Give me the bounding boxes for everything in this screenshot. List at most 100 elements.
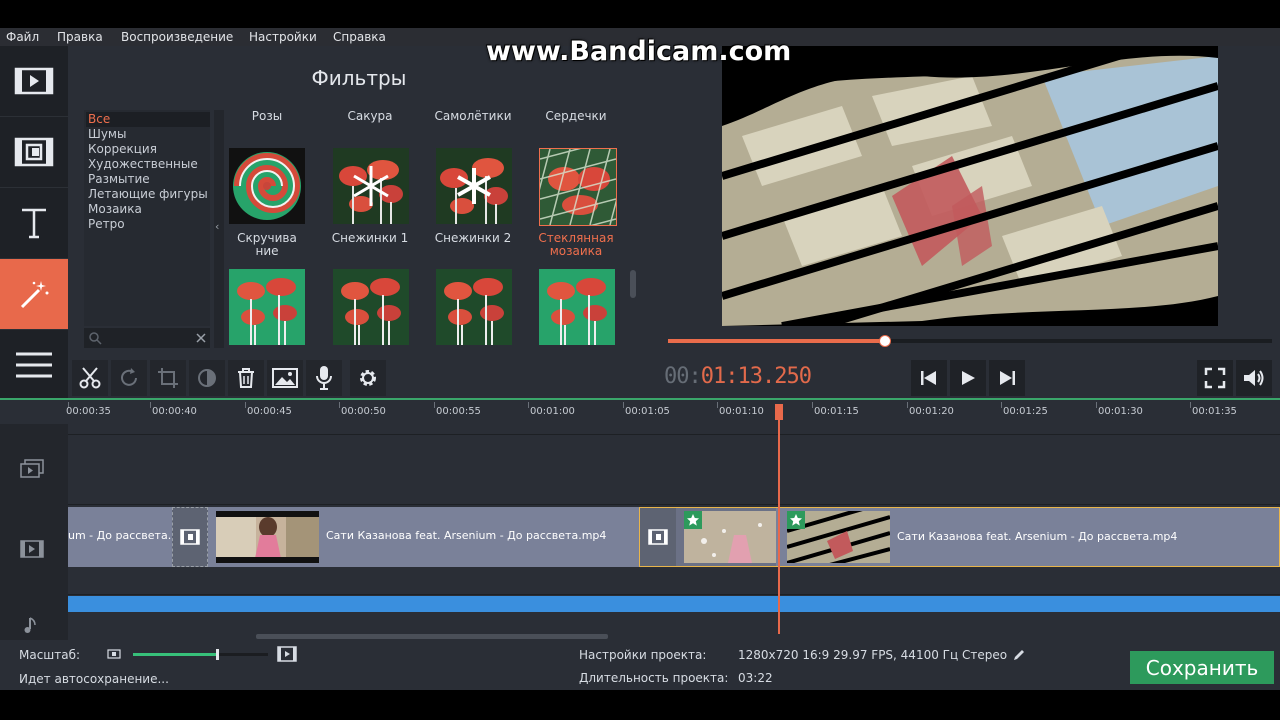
filters-button[interactable] <box>0 259 68 330</box>
playhead-handle[interactable] <box>775 404 783 420</box>
ruler-label: 00:00:40 <box>152 406 197 417</box>
time-ruler[interactable]: 00:00:35 00:00:40 00:00:45 00:00:50 00:0… <box>66 400 1280 424</box>
volume-button[interactable] <box>1236 360 1272 396</box>
film-import-icon <box>14 67 54 95</box>
trash-icon <box>238 368 254 388</box>
timeline-scrollbar[interactable] <box>256 634 608 639</box>
clip-label: Сати Казанова feat. Arsenium - До рассве… <box>326 529 607 542</box>
video-clip-1[interactable]: um - До рассвета.r <box>68 507 176 567</box>
left-toolbar <box>0 46 68 400</box>
transition-icon <box>180 529 200 545</box>
ruler-tick <box>717 402 718 408</box>
filter-thumb-row2-2[interactable] <box>333 269 409 345</box>
pencil-icon[interactable] <box>1012 648 1026 662</box>
menu-file[interactable]: Файл <box>6 30 39 44</box>
video-frame-image <box>722 46 1218 326</box>
save-button[interactable]: Сохранить <box>1130 651 1274 684</box>
ruler-label: 00:01:05 <box>625 406 670 417</box>
clear-search-icon[interactable] <box>196 333 206 343</box>
menu-edit[interactable]: Правка <box>57 30 103 44</box>
titles-button[interactable] <box>0 188 68 259</box>
color-adjust-button[interactable] <box>189 360 225 396</box>
star-icon <box>687 514 699 526</box>
contrast-icon <box>198 369 216 387</box>
filter-caption-swirl: Скручивание <box>237 231 297 258</box>
record-voice-button[interactable] <box>306 360 342 396</box>
audio-clip[interactable] <box>68 596 1280 612</box>
transitions-button[interactable] <box>0 117 68 188</box>
speaker-icon <box>1244 370 1264 386</box>
clip-label: um - До рассвета.r <box>68 529 176 542</box>
overlay-track-icon <box>20 459 44 478</box>
filter-name-hearts: Сердечки <box>545 109 607 123</box>
menu-help[interactable]: Справка <box>333 30 386 44</box>
overlay-track-header[interactable] <box>18 458 46 480</box>
category-blur[interactable]: Размытие <box>86 172 210 187</box>
zoom-slider-fill <box>133 653 217 656</box>
filter-caption-snowflakes-1: Снежинки 1 <box>331 231 409 245</box>
filter-thumb-row2-4[interactable] <box>539 269 615 345</box>
transition-slot-1[interactable] <box>172 507 208 567</box>
video-track-header[interactable] <box>18 538 46 560</box>
zoom-slider-handle[interactable] <box>215 649 219 660</box>
search-icon <box>89 332 102 345</box>
settings-button[interactable] <box>350 360 386 396</box>
cut-button[interactable] <box>72 360 108 396</box>
category-mosaic[interactable]: Мозаика <box>86 202 210 217</box>
seek-handle[interactable] <box>879 335 892 347</box>
zoom-out-icon[interactable] <box>107 648 121 660</box>
video-clip-2[interactable]: Сати Казанова feat. Arsenium - До рассве… <box>208 507 639 567</box>
transition-film-icon <box>14 137 54 167</box>
filters-panel: Фильтры Все Шумы Коррекция Художественны… <box>68 46 650 354</box>
more-tools-button[interactable] <box>0 330 68 400</box>
filter-thumb-glass-mosaic[interactable] <box>539 148 617 226</box>
zoom-in-icon[interactable] <box>277 646 297 662</box>
previous-frame-button[interactable] <box>911 360 947 396</box>
zoom-slider[interactable] <box>133 649 268 660</box>
import-media-button[interactable] <box>0 46 68 117</box>
category-all[interactable]: Все <box>86 112 210 127</box>
ruler-tick <box>1096 402 1097 408</box>
category-flying-shapes[interactable]: Летающие фигуры <box>86 187 210 202</box>
category-correction[interactable]: Коррекция <box>86 142 210 157</box>
star-icon <box>790 514 802 526</box>
filter-thumb-row2-1[interactable] <box>229 269 305 345</box>
ruler-label: 00:01:30 <box>1098 406 1143 417</box>
filter-name-planes: Самолётики <box>434 109 512 123</box>
menu-playback[interactable]: Воспроизведение <box>121 30 233 44</box>
clip-properties-button[interactable] <box>267 360 303 396</box>
ruler-label: 00:01:20 <box>909 406 954 417</box>
ruler-tick <box>1190 402 1191 408</box>
collapse-categories-button[interactable]: ‹ <box>214 110 224 348</box>
clip-label: Сати Казанова feat. Arsenium - До рассве… <box>897 530 1178 543</box>
category-retro[interactable]: Ретро <box>86 217 210 232</box>
filter-thumb-snowflakes-1[interactable] <box>333 148 409 224</box>
filters-scrollbar[interactable] <box>630 270 636 298</box>
rotate-button[interactable] <box>111 360 147 396</box>
delete-button[interactable] <box>228 360 264 396</box>
category-noise[interactable]: Шумы <box>86 127 210 142</box>
filter-thumb-snowflakes-2[interactable] <box>436 148 512 224</box>
track-headers <box>0 424 68 640</box>
hamburger-menu-icon <box>16 352 52 378</box>
fullscreen-icon <box>1204 367 1226 389</box>
menu-settings[interactable]: Настройки <box>249 30 317 44</box>
filter-thumb-row2-3[interactable] <box>436 269 512 345</box>
clip-3-part-a[interactable] <box>676 508 776 566</box>
crop-button[interactable] <box>150 360 186 396</box>
next-frame-button[interactable] <box>989 360 1025 396</box>
playback-seek-slider[interactable] <box>668 335 1272 347</box>
category-artistic[interactable]: Художественные <box>86 157 210 172</box>
filter-thumb-swirl[interactable] <box>229 148 305 224</box>
transition-slot-2[interactable] <box>640 508 676 566</box>
video-clip-3[interactable]: Сати Казанова feat. Arsenium - До рассве… <box>779 508 1279 566</box>
player-controls: 00:01:13.250 <box>650 354 1280 400</box>
audio-track-header[interactable] <box>18 614 46 636</box>
ruler-tick <box>434 402 435 408</box>
edit-toolbar <box>68 354 650 400</box>
video-preview[interactable] <box>722 46 1218 326</box>
fullscreen-button[interactable] <box>1197 360 1233 396</box>
category-search-input[interactable] <box>84 328 210 348</box>
play-button[interactable] <box>950 360 986 396</box>
timecode-elapsed: 01:13.250 <box>700 364 812 389</box>
